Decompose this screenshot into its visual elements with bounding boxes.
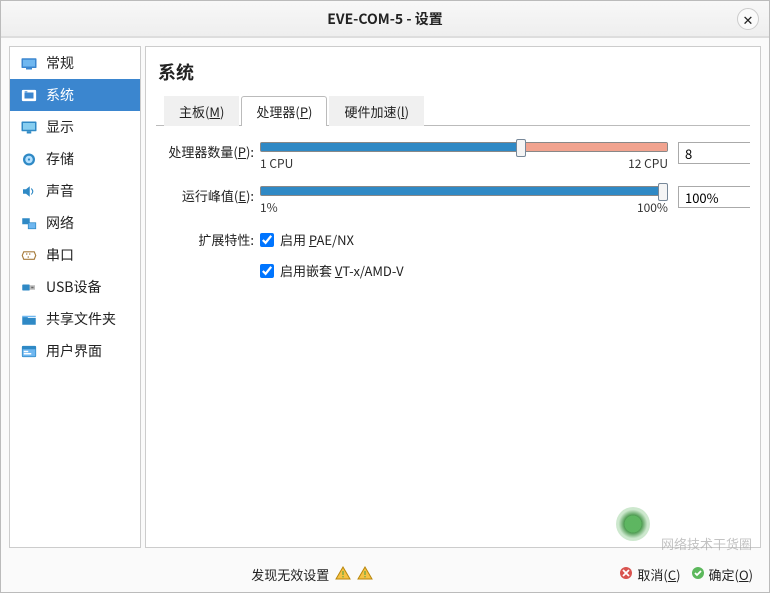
sidebar-item-label: 显示 [46,117,74,137]
sidebar-item-label: USB设备 [46,277,101,297]
sidebar-item-system[interactable]: 系统 [10,79,140,111]
general-icon [20,56,38,71]
execution-cap-spinner[interactable]: ▲▼ [678,186,750,208]
warning-icon [335,565,351,584]
execution-cap-input[interactable] [679,187,761,207]
ok-button[interactable]: 确定(O) [691,565,753,584]
invalid-settings-text: 发现无效设置 [251,565,329,584]
sidebar-item-ui[interactable]: 用户界面 [10,335,140,367]
system-icon [20,88,38,103]
network-icon [20,216,38,231]
window-title: EVE-COM-5 - 设置 [327,9,442,29]
tabs: 主板(M) 处理器(P) 硬件加速(l) [156,95,750,126]
titlebar: EVE-COM-5 - 设置 ✕ [1,1,769,37]
audio-icon [20,184,38,199]
cpu-count-slider[interactable] [260,142,668,152]
sidebar-item-label: 系统 [46,85,74,105]
cancel-button[interactable]: 取消(C) [619,565,680,584]
display-icon [20,120,38,135]
cpu-slider-thumb[interactable] [516,139,526,157]
checkbox-pae-nx[interactable]: 启用 PAE/NX [260,230,404,249]
close-button[interactable]: ✕ [737,8,759,30]
sidebar-item-label: 声音 [46,181,74,201]
sidebar-item-network[interactable]: 网络 [10,207,140,239]
shared-folder-icon [20,312,38,327]
cpu-count-input[interactable] [679,143,761,163]
row-cpu-count: 处理器数量(P): 1 CPU 12 CPU ▲▼ [156,142,750,172]
cap-slider-thumb[interactable] [658,183,668,201]
execution-cap-label: 运行峰值(E): [156,186,260,205]
sidebar-item-shared[interactable]: 共享文件夹 [10,303,140,335]
pae-nx-label: 启用 PAE/NX [280,230,354,249]
cancel-icon [619,565,633,584]
cpu-count-label: 处理器数量(P): [156,142,260,161]
cpu-min-label: 1 CPU [260,155,293,172]
tab-motherboard[interactable]: 主板(M) [164,96,239,126]
sidebar-item-label: 常规 [46,53,74,73]
sidebar-item-general[interactable]: 常规 [10,47,140,79]
sidebar-item-audio[interactable]: 声音 [10,175,140,207]
cpu-max-label: 12 CPU [628,155,668,172]
pae-nx-checkbox[interactable] [260,233,274,247]
sidebar: 常规 系统 显示 存储 声音 网络 [9,46,141,548]
invalid-settings-warning[interactable]: 发现无效设置 [251,565,373,584]
storage-icon [20,152,38,167]
body: 常规 系统 显示 存储 声音 网络 [1,37,769,556]
sidebar-item-usb[interactable]: USB设备 [10,271,140,303]
main-panel: 系统 主板(M) 处理器(P) 硬件加速(l) 处理器数量(P): [145,46,761,548]
sidebar-item-storage[interactable]: 存储 [10,143,140,175]
extended-features-label: 扩展特性: [156,230,260,249]
execution-cap-slider[interactable] [260,186,668,196]
nested-vt-checkbox[interactable] [260,264,274,278]
ok-icon [691,565,705,584]
usb-icon [20,280,38,295]
serial-icon [20,248,38,263]
warning-icon [357,565,373,584]
cpu-count-spinner[interactable]: ▲▼ [678,142,750,164]
page-heading: 系统 [158,59,748,85]
sidebar-item-label: 用户界面 [46,341,102,361]
sidebar-item-label: 存储 [46,149,74,169]
tab-acceleration[interactable]: 硬件加速(l) [329,96,424,126]
sidebar-item-label: 串口 [46,245,74,265]
nested-vt-label: 启用嵌套 VT-x/AMD-V [280,261,404,280]
row-execution-cap: 运行峰值(E): 1% 100% ▲▼ [156,186,750,216]
sidebar-item-display[interactable]: 显示 [10,111,140,143]
row-extended-features: 扩展特性: 启用 PAE/NX 启用嵌套 VT-x/AMD-V [156,230,750,280]
cap-min-label: 1% [260,199,278,216]
sidebar-item-label: 网络 [46,213,74,233]
sidebar-item-label: 共享文件夹 [46,309,116,329]
ui-icon [20,344,38,359]
settings-window: EVE-COM-5 - 设置 ✕ 常规 系统 显示 存储 声音 [0,0,770,593]
sidebar-item-serial[interactable]: 串口 [10,239,140,271]
footer: 发现无效设置 取消(C) 确定(O) [1,556,769,592]
cap-max-label: 100% [637,199,668,216]
checkbox-nested-vt[interactable]: 启用嵌套 VT-x/AMD-V [260,261,404,280]
tab-processor[interactable]: 处理器(P) [241,96,327,126]
